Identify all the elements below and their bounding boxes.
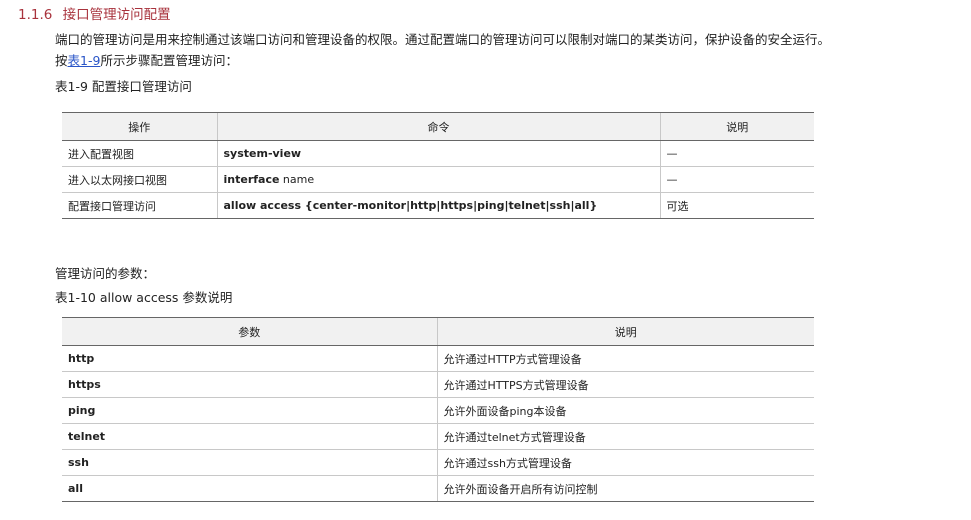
section-heading: 1.1.6 接口管理访问配置	[18, 3, 171, 23]
document-page: 1.1.6 接口管理访问配置 端口的管理访问是用来控制通过该端口访问和管理设备的…	[0, 0, 971, 520]
col-header-operation: 操作	[62, 112, 217, 141]
operation-cell: 配置接口管理访问	[62, 192, 217, 219]
table-row: https 允许通过HTTPS方式管理设备	[62, 371, 814, 398]
command-cell: system-view	[216, 140, 660, 167]
desc-cell: 允许通过HTTPS方式管理设备	[436, 371, 814, 398]
table-row: ssh 允许通过ssh方式管理设备	[62, 449, 814, 476]
col-header-parameter: 参数	[62, 317, 437, 346]
desc-cell: 允许通过ssh方式管理设备	[436, 449, 814, 476]
table-row: http 允许通过HTTP方式管理设备	[62, 345, 814, 372]
note-cell: —	[659, 140, 814, 167]
param-cell: ssh	[62, 449, 437, 476]
command-argument: name	[279, 173, 315, 186]
config-table: 操作 命令 说明 进入配置视图 system-view — 进入以太网接口视图 …	[62, 112, 814, 219]
table-row: ping 允许外面设备ping本设备	[62, 397, 814, 424]
operation-cell: 进入配置视图	[62, 140, 217, 167]
desc-cell: 允许通过HTTP方式管理设备	[436, 345, 814, 372]
col-header-command: 命令	[216, 112, 660, 141]
command-keyword: system-view	[223, 147, 302, 160]
intro-paragraph: 端口的管理访问是用来控制通过该端口访问和管理设备的权限。通过配置端口的管理访问可…	[55, 32, 831, 47]
table1-caption: 表1-9 配置接口管理访问	[55, 79, 192, 94]
section-number: 1.1.6	[18, 7, 53, 23]
params-intro: 管理访问的参数：	[55, 266, 156, 281]
steps-prefix: 按	[55, 53, 68, 68]
col-header-description: 说明	[436, 317, 814, 346]
table-row: 配置接口管理访问 allow access {center-monitor|ht…	[62, 192, 814, 219]
table2-caption: 表1-10 allow access 参数说明	[55, 290, 233, 305]
params-table: 参数 说明 http 允许通过HTTP方式管理设备 https 允许通过HTTP…	[62, 317, 814, 502]
table-row: 进入以太网接口视图 interface name —	[62, 166, 814, 193]
param-cell: telnet	[62, 423, 437, 450]
param-cell: ping	[62, 397, 437, 424]
table-header-row: 参数 说明	[62, 317, 814, 346]
table-row: all 允许外面设备开启所有访问控制	[62, 475, 814, 502]
operation-cell: 进入以太网接口视图	[62, 166, 217, 193]
table-row: telnet 允许通过telnet方式管理设备	[62, 423, 814, 450]
command-cell: interface name	[216, 166, 660, 193]
steps-line: 按表1-9所示步骤配置管理访问：	[55, 50, 238, 69]
param-cell: all	[62, 475, 437, 502]
desc-cell: 允许外面设备ping本设备	[436, 397, 814, 424]
param-cell: https	[62, 371, 437, 398]
table-header-row: 操作 命令 说明	[62, 112, 814, 141]
desc-cell: 允许通过telnet方式管理设备	[436, 423, 814, 450]
command-keyword: interface	[223, 173, 280, 186]
command-keyword: allow access {center-monitor|http|https|…	[223, 199, 598, 212]
table-row: 进入配置视图 system-view —	[62, 140, 814, 167]
table-1-9-link[interactable]: 表1-9	[68, 53, 101, 68]
desc-cell: 允许外面设备开启所有访问控制	[436, 475, 814, 502]
steps-suffix: 所示步骤配置管理访问：	[100, 53, 238, 68]
note-cell: —	[659, 166, 814, 193]
col-header-description: 说明	[659, 112, 814, 141]
command-cell: allow access {center-monitor|http|https|…	[216, 192, 660, 219]
section-title: 接口管理访问配置	[62, 7, 171, 23]
note-cell: 可选	[659, 192, 814, 219]
param-cell: http	[62, 345, 437, 372]
